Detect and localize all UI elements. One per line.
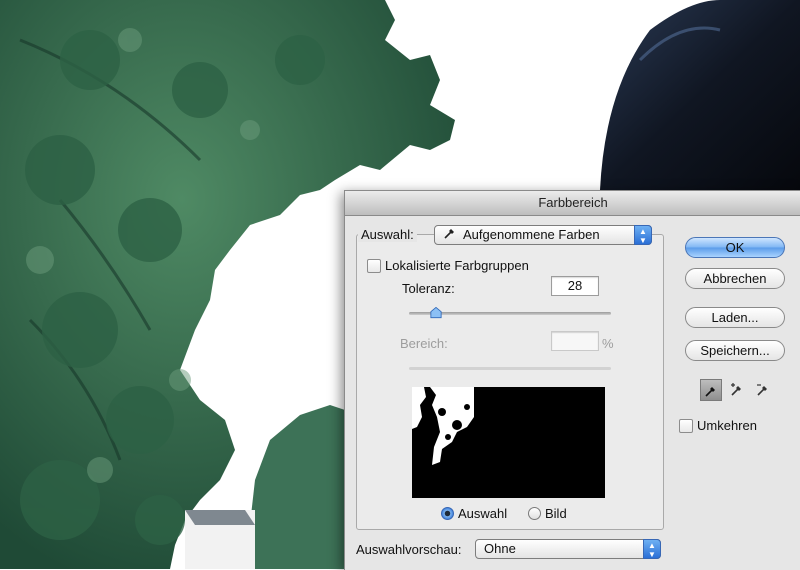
save-button[interactable]: Speichern... [685,340,785,361]
tolerance-label: Toleranz: [402,281,455,296]
preview-mode-image-label: Bild [545,506,567,521]
load-button[interactable]: Laden... [685,307,785,328]
selection-preview-popup[interactable]: Ohne ▲ ▼ [475,539,661,559]
dialog-title: Farbbereich [345,191,800,216]
selection-preview-label: Auswahlvorschau: [356,542,462,557]
eyedropper-icon [705,387,715,397]
selection-label: Auswahl: [358,227,417,242]
color-range-dialog: Farbbereich Auswahl: Aufgenommene Farben… [344,190,800,570]
eyedropper-icon [443,226,457,245]
preview-mode-selection-label: Auswahl [458,506,508,521]
localized-label: Lokalisierte Farbgruppen [385,258,529,273]
invert-label: Umkehren [697,418,757,433]
eyedropper-plus-icon [731,383,741,396]
selection-preview-value: Ohne [484,541,516,556]
selection-value: Aufgenommene Farben [463,227,600,242]
eyedropper-minus-icon [757,384,767,396]
tolerance-slider-knob[interactable] [430,307,442,319]
tolerance-field[interactable]: 28 [551,276,599,296]
invert-checkbox[interactable] [679,419,693,433]
preview-mode-selection-radio[interactable] [441,507,454,520]
selection-popup[interactable]: Aufgenommene Farben ▲ ▼ [434,225,652,245]
localized-checkbox[interactable] [367,259,381,273]
range-label: Bereich: [400,336,448,351]
popup-arrows-icon: ▲ ▼ [634,225,652,245]
preview-mode-image-radio[interactable] [528,507,541,520]
range-field [551,331,599,351]
cancel-button[interactable]: Abbrechen [685,268,785,289]
range-slider-track [409,367,611,370]
eyedropper-minus-tool[interactable] [752,379,774,401]
range-unit: % [602,336,614,351]
popup-arrows-icon: ▲ ▼ [643,539,661,559]
eyedropper-plus-tool[interactable] [726,379,748,401]
ok-button[interactable]: OK [685,237,785,258]
eyedropper-tool[interactable] [700,379,722,401]
mask-preview [412,387,605,498]
